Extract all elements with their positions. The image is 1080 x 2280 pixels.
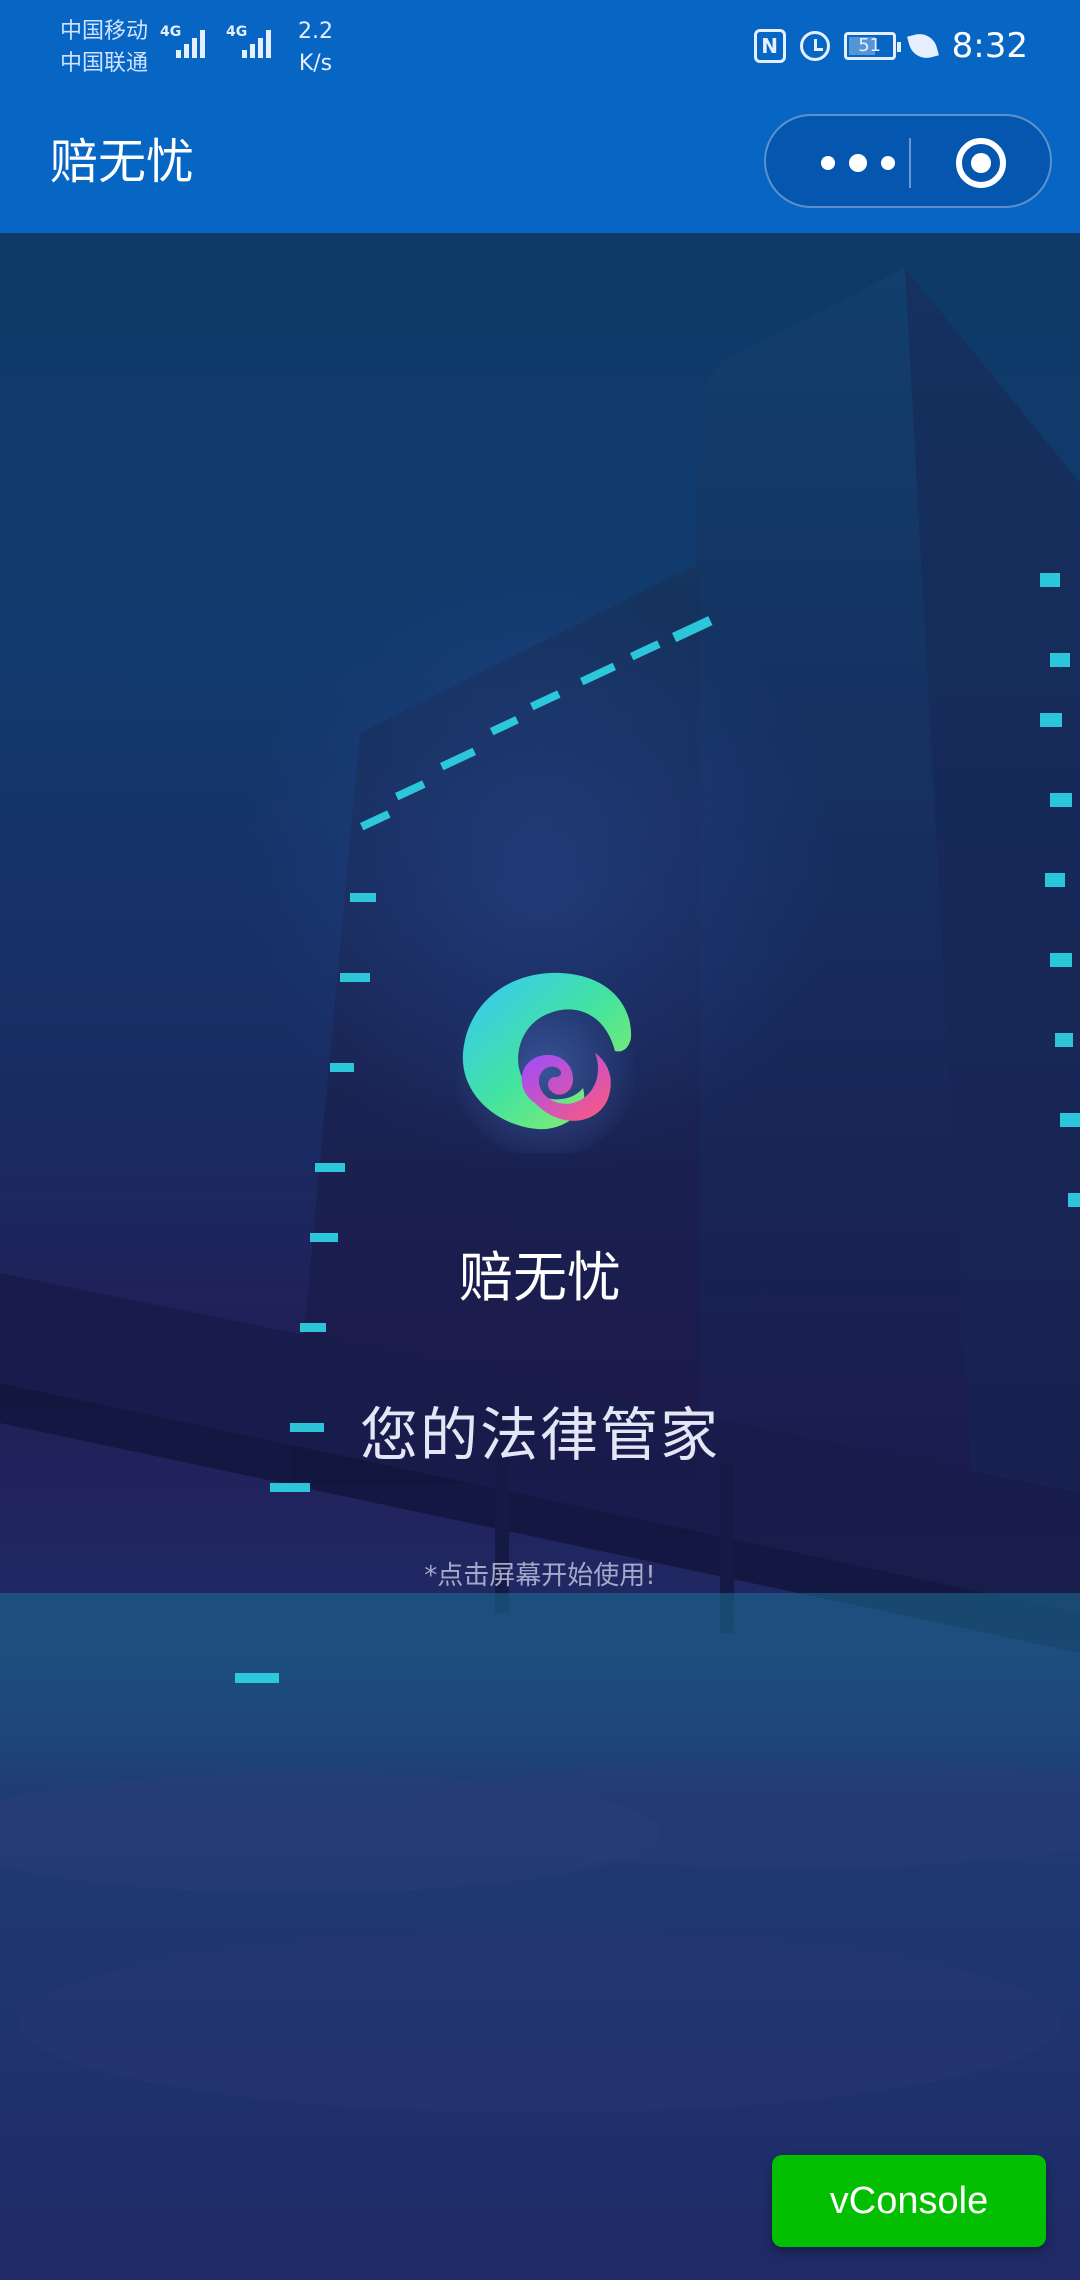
carrier-labels: 中国移动 中国联通 [60,16,148,80]
status-time: 8:32 [951,26,1028,66]
more-dots-icon[interactable] [810,152,906,174]
vconsole-button[interactable]: vConsole [772,2155,1046,2247]
close-target-icon[interactable] [956,138,1006,188]
splash-screen[interactable]: 赔无忧 您的法律管家 *点击屏幕开始使用! [0,233,1080,2280]
start-hint: *点击屏幕开始使用! [424,1561,656,1591]
mini-program-capsule [764,114,1052,208]
carrier-1: 中国移动 [60,19,149,44]
battery-icon: 51 [843,32,901,60]
app-logo-icon [455,968,635,1153]
signal-2-icon: 4G [226,22,278,62]
speed-unit: K/s [298,51,333,76]
speed-value: 2.2 [298,19,333,44]
tagline: 您的法律管家 [359,1401,720,1469]
battery-level: 51 [858,35,882,56]
carrier-2: 中国联通 [60,51,149,76]
network-speed: 2.2 K/s [298,16,333,80]
capsule-divider [909,138,911,188]
signal-1-icon: 4G [160,22,212,62]
nav-title: 赔无忧 [50,134,195,190]
status-bar: 中国移动 中国联通 4G 4G 2.2 K/s N 51 8:32 [0,0,1080,96]
system-icons: N 51 8:32 [753,26,1028,66]
alarm-icon [799,31,830,61]
app-name: 赔无忧 [459,1246,621,1309]
eco-leaf-icon [906,30,939,62]
nfc-icon: N [753,29,786,63]
top-bar: 中国移动 中国联通 4G 4G 2.2 K/s N 51 8:32 赔无忧 [0,0,1080,233]
